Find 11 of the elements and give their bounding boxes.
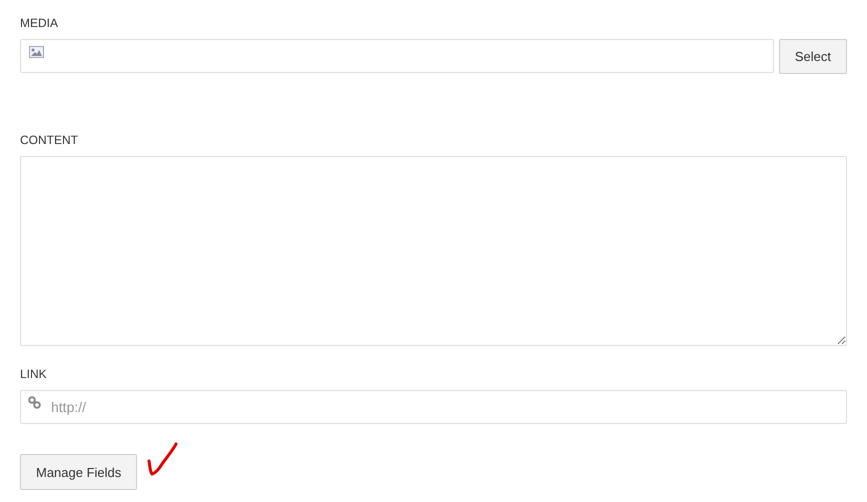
link-icon bbox=[28, 396, 41, 409]
image-icon bbox=[29, 46, 44, 58]
field-label: LINK bbox=[20, 367, 48, 381]
check-mark-drawing bbox=[147, 442, 180, 476]
field-label: CONTENT bbox=[20, 133, 79, 147]
manage-fields-button[interactable]: Manage Fields bbox=[20, 454, 138, 490]
link-field[interactable]: http:// bbox=[20, 390, 847, 424]
media-field[interactable] bbox=[20, 39, 774, 73]
content-field[interactable] bbox=[20, 156, 847, 346]
field-label: MEDIA bbox=[20, 16, 60, 30]
select-button[interactable]: Select bbox=[778, 39, 847, 74]
